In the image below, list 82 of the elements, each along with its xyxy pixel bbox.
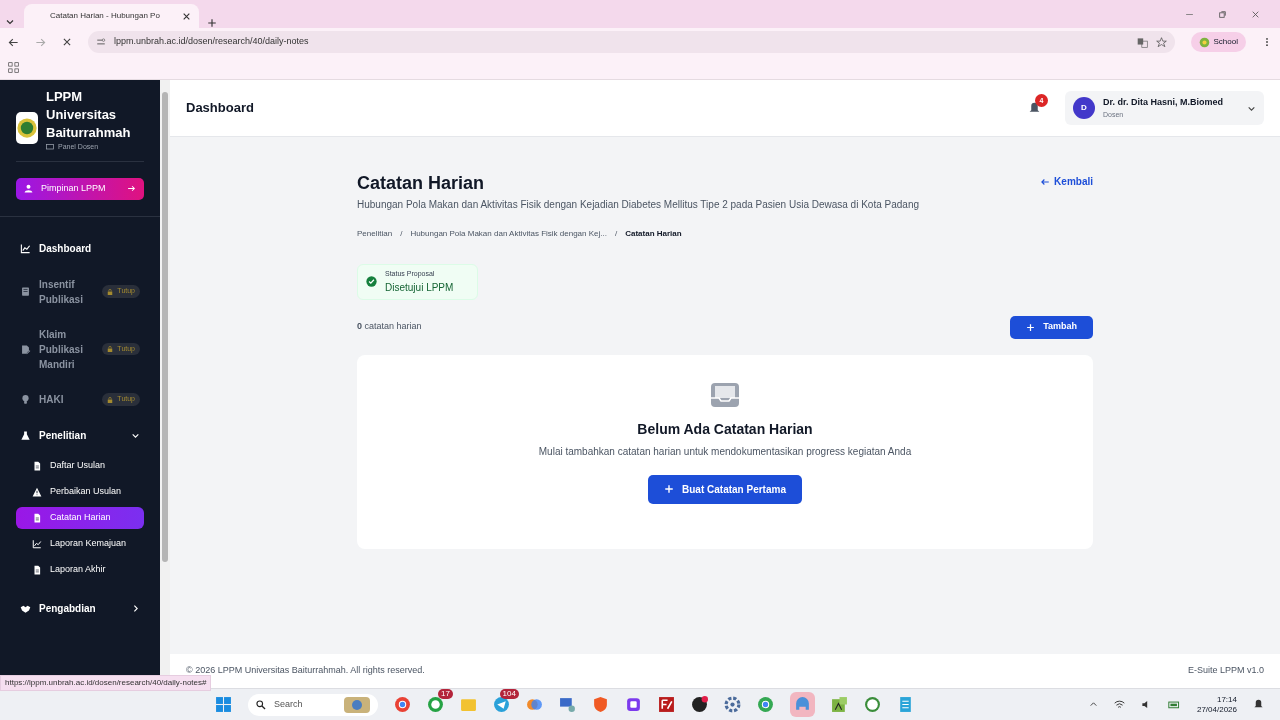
chart-app-icon[interactable]	[830, 696, 848, 713]
breadcrumb-separator: /	[400, 228, 403, 240]
add-button[interactable]: Tambah	[1010, 315, 1093, 339]
nav-item[interactable]: Penelitian	[16, 419, 144, 451]
submenu-item[interactable]: Daftar Usulan	[16, 454, 144, 477]
monitor-icon	[46, 143, 54, 152]
gear-icon[interactable]	[723, 696, 741, 713]
wifi-icon[interactable]	[1113, 699, 1125, 710]
battery-icon[interactable]	[1167, 698, 1181, 711]
chart-icon	[20, 243, 31, 254]
header-title: Dashboard	[186, 99, 254, 118]
clock[interactable]: 17:14 27/04/2026	[1196, 695, 1237, 714]
breadcrumb-current: Catatan Harian	[625, 228, 682, 240]
notification-center-icon[interactable]	[1253, 699, 1264, 710]
restore-icon[interactable]	[1218, 9, 1227, 19]
link-preview-url: https://lppm.unbrah.ac.id/dosen/research/40/daily-notes#	[0, 675, 212, 691]
arrow-left-icon	[1040, 176, 1051, 187]
browser-icon[interactable]	[393, 696, 411, 713]
stop-icon[interactable]	[62, 37, 72, 47]
taskbar-badge: 104	[499, 689, 519, 699]
browser-icon[interactable]	[756, 696, 774, 713]
taskbar-search[interactable]: Search	[247, 693, 378, 716]
chevron-up-icon[interactable]	[1088, 700, 1098, 709]
status-value: Disetujui LPPM	[385, 280, 454, 295]
role-switch-button[interactable]: Pimpinan LPPM	[16, 177, 144, 200]
arrow-right-icon	[127, 184, 136, 193]
plus-icon	[664, 484, 675, 494]
apps-grid-icon[interactable]	[8, 62, 19, 73]
shield-icon[interactable]	[591, 696, 609, 713]
lock-icon	[107, 288, 114, 295]
page-title: Catatan Harian	[357, 172, 486, 195]
lightbulb-icon	[20, 394, 31, 405]
notes-count: 0 catatan harian	[357, 320, 422, 334]
footer-copyright: © 2026 LPPM Universitas Baiturrahmah. All rights reserved.	[186, 664, 425, 678]
lock-icon	[107, 346, 114, 352]
back-icon[interactable]	[8, 36, 19, 48]
book-icon	[20, 286, 31, 297]
ftp-icon[interactable]	[657, 696, 675, 713]
profile-button[interactable]: School	[1190, 32, 1246, 52]
browser-tab[interactable]: Catatan Harian - Hubungan Po	[24, 4, 199, 28]
search-highlight-icon	[343, 696, 370, 713]
site-settings-icon	[96, 37, 106, 47]
logo-icon	[16, 112, 38, 144]
address-bar[interactable]: lppm.unbrah.ac.id/dosen/research/40/daily-notes	[88, 31, 1175, 53]
empty-state-text: Mulai tambahkan catatan harian untuk mendokumentasikan progress kegiatan Anda	[538, 444, 912, 459]
footer-version: E-Suite LPPM v1.0	[1187, 664, 1264, 678]
chart-icon	[32, 538, 42, 549]
document-icon	[32, 512, 42, 523]
create-first-note-button[interactable]: Buat Catatan Pertama	[648, 474, 802, 504]
pen-document-icon	[20, 343, 31, 355]
warning-icon	[32, 486, 42, 497]
breadcrumb-link[interactable]: Penelitian	[357, 228, 393, 240]
nav-item[interactable]: Pengabdian	[16, 592, 144, 624]
empty-state-title: Belum Ada Catatan Harian	[637, 419, 813, 439]
send-icon[interactable]	[492, 696, 510, 713]
flask-icon	[20, 429, 31, 441]
search-icon	[255, 699, 266, 710]
submenu-item[interactable]: Laporan Akhir	[16, 558, 144, 581]
page-subtitle: Hubungan Pola Makan dan Aktivitas Fisik dengan Kejadian Diabetes Mellitus Tipe 2 pada Pasien Usia Dewasa di Kota Padang	[357, 198, 919, 212]
check-circle-icon	[366, 276, 377, 288]
back-link[interactable]: Kembali	[1040, 174, 1093, 189]
submenu-item[interactable]: Catatan Harian	[16, 506, 144, 529]
nav-item[interactable]: Dashboard	[16, 232, 144, 265]
document-icon	[32, 564, 42, 575]
breadcrumb-link[interactable]: Hubungan Pola Makan dan Aktivitas Fisik dengan Kej...	[410, 228, 607, 240]
submenu-item[interactable]: Perbaikan Usulan	[16, 480, 144, 503]
user-icon	[24, 184, 33, 193]
scrollbar-thumb[interactable]	[162, 92, 168, 562]
lock-icon	[107, 396, 114, 403]
windows-start-icon[interactable]	[214, 696, 232, 713]
brand-name: LPPM Universitas Baiturrahmah	[46, 88, 132, 142]
star-icon[interactable]	[1155, 36, 1167, 48]
close-icon[interactable]	[182, 11, 191, 21]
plus-icon	[1026, 322, 1036, 332]
breadcrumb-separator: /	[614, 228, 618, 240]
translate-icon[interactable]	[1136, 36, 1148, 48]
taskbar-badge: 17	[438, 689, 453, 699]
submenu-item[interactable]: Laporan Kemajuan	[16, 532, 144, 555]
document-icon	[32, 460, 42, 471]
profile-avatar-icon	[1198, 36, 1210, 48]
app-square-icon[interactable]	[624, 696, 642, 713]
new-tab-icon[interactable]	[207, 18, 217, 28]
